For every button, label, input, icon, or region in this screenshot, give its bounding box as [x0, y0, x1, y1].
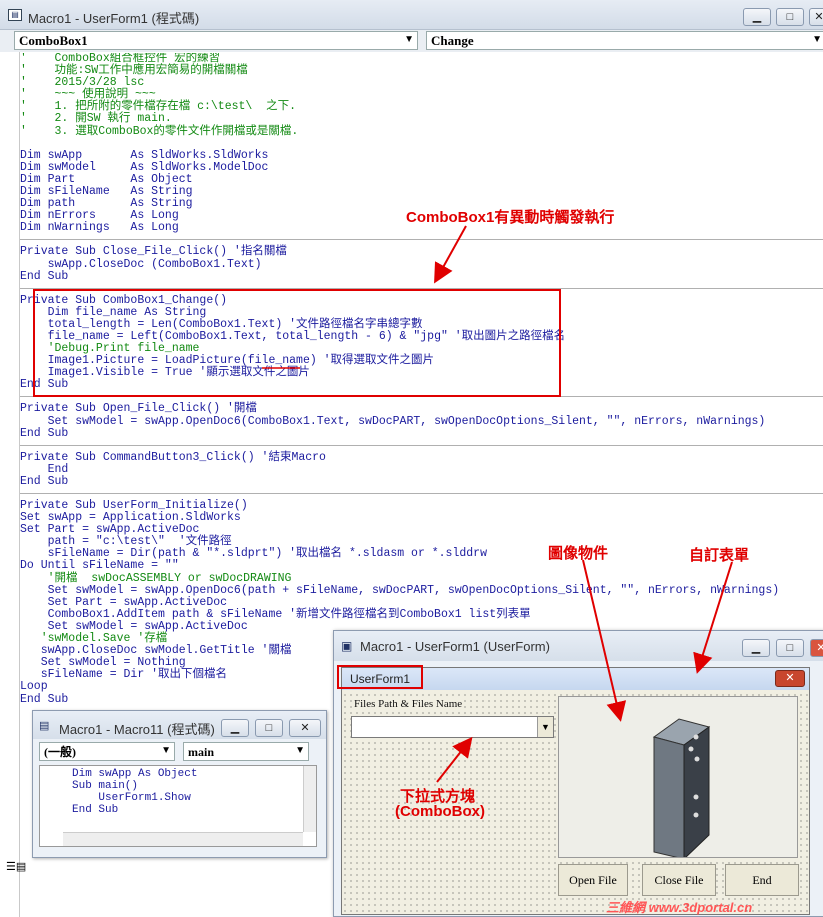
annotation-arrows	[262, 225, 733, 783]
arrow-custom-form	[693, 561, 733, 674]
arrow-dropdown	[436, 736, 473, 783]
arrow-image-object	[582, 559, 627, 722]
arrow-combobox-event	[434, 225, 467, 284]
